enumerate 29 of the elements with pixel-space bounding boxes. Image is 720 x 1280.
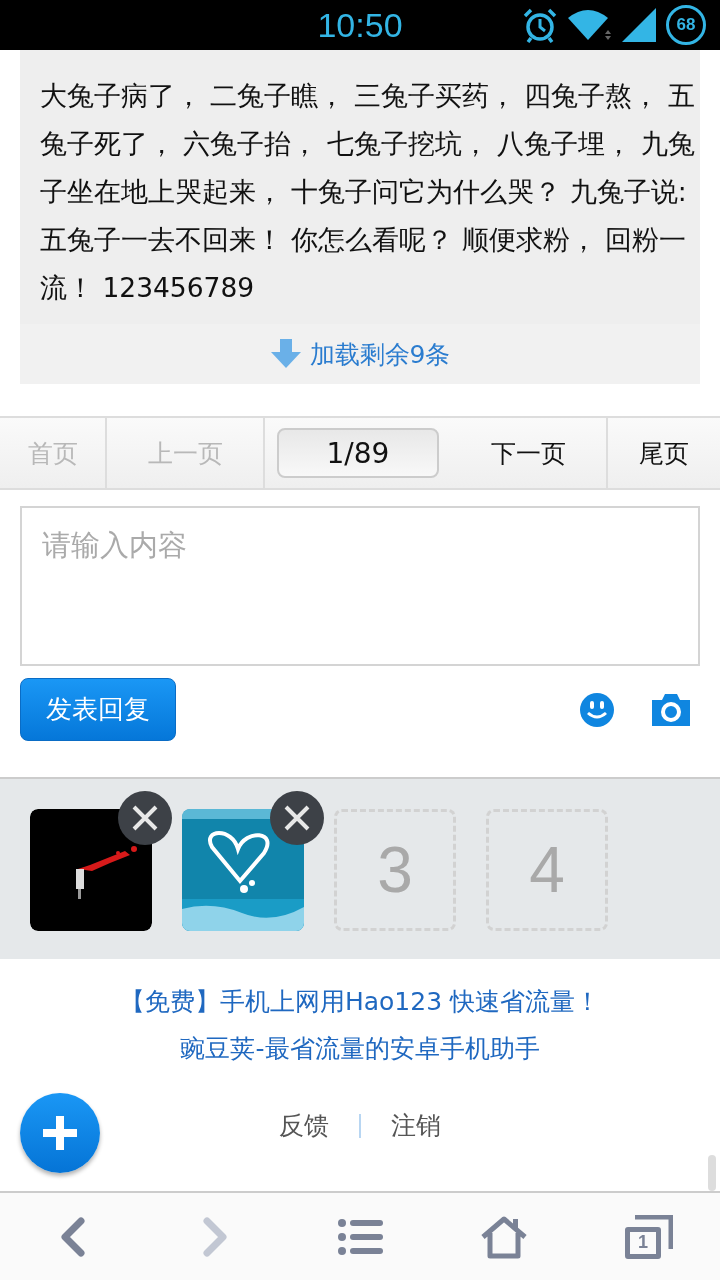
- scrollbar: [708, 1155, 716, 1191]
- remove-button[interactable]: [270, 791, 324, 845]
- wifi-icon: [568, 8, 612, 42]
- alarm-icon: [522, 7, 558, 43]
- menu-icon: [337, 1217, 383, 1256]
- arrow-down-icon: [269, 339, 302, 369]
- tabs-icon: [633, 1214, 673, 1251]
- ad-link[interactable]: 豌豆荚-最省流量的安卓手机助手: [180, 1032, 540, 1065]
- signal-icon: [622, 8, 656, 42]
- submit-reply-button[interactable]: 发表回复: [20, 678, 176, 741]
- page-link[interactable]: 下一页: [451, 418, 608, 488]
- emoji-icon[interactable]: [580, 692, 614, 727]
- close-icon: [131, 804, 159, 832]
- home-icon: [479, 1214, 529, 1259]
- camera-icon[interactable]: [652, 693, 690, 726]
- close-icon: [283, 804, 311, 832]
- tabs-button[interactable]: 1: [576, 1193, 720, 1280]
- footer-link[interactable]: 注销: [391, 1109, 441, 1142]
- plus-icon: [40, 1113, 80, 1153]
- footer-link[interactable]: 反馈: [279, 1109, 329, 1142]
- battery-indicator: 68: [666, 5, 706, 45]
- clock: 10:50: [317, 5, 403, 45]
- page-indicator[interactable]: 1/89: [277, 428, 439, 478]
- ad-link[interactable]: 【免费】手机上网用Hao123 快速省流量！: [119, 985, 601, 1018]
- reply-field[interactable]: 请输入内容: [20, 506, 700, 666]
- add-button[interactable]: [20, 1093, 100, 1173]
- post-text: 大兔子病了， 二兔子瞧， 三兔子买药， 四兔子熬， 五兔子死了， 六兔子抬， 七兔子挖坑， 八兔子埋， 九兔子坐在地上哭起来， 十兔子问它为什么哭？ 九兔子说: 五兔子一去不回来！ 你怎么看呢？ 顺便求粉， 回粉一流！ 123456789: [39, 79, 696, 305]
- remove-button[interactable]: [118, 791, 172, 845]
- page-link[interactable]: 尾页: [608, 418, 720, 488]
